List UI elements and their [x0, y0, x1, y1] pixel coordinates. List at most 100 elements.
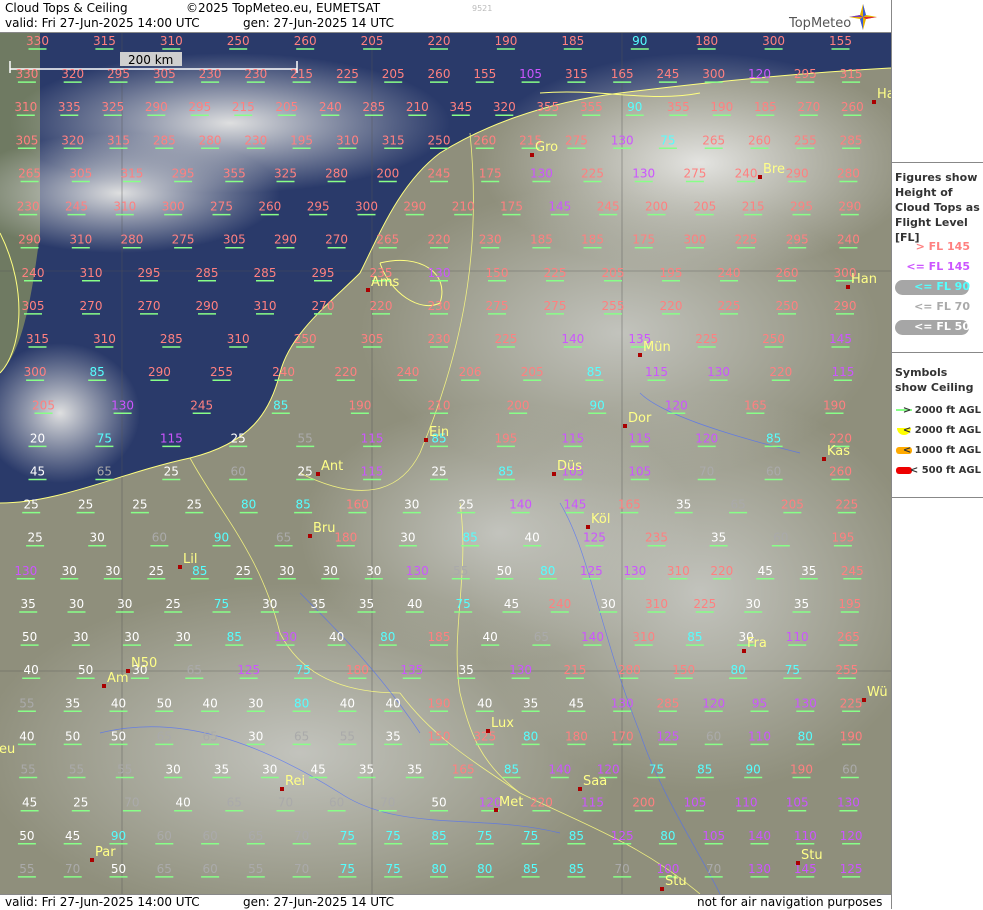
topmeteo-logo: TopMeteo — [783, 2, 883, 32]
city-label: Met — [499, 795, 523, 810]
flight-level-value: 225 — [336, 67, 359, 81]
flight-level-value: 55 — [21, 763, 36, 777]
legend-label: <= FL 70 — [914, 300, 970, 313]
flight-level-value: 120 — [748, 67, 771, 81]
flight-level-value: 75 — [649, 763, 664, 777]
flight-level-value: 55 — [117, 763, 132, 777]
legend-label: > FL 145 — [915, 240, 970, 253]
legend-divider — [892, 352, 983, 353]
legend-item: <= FL 70 — [892, 298, 983, 316]
flight-level-value: 225 — [693, 597, 716, 611]
flight-level-value: 260 — [258, 200, 281, 214]
flight-level-value: 120 — [695, 431, 718, 445]
gen-time: gen: 27-Jun-2025 14 UTC — [243, 16, 395, 30]
flight-level-value: 270 — [312, 299, 335, 313]
legend-item: <= FL 50 — [892, 318, 983, 336]
flight-level-value: 195 — [494, 431, 517, 445]
flight-level-value: 285 — [840, 133, 863, 147]
flight-level-value: 225 — [840, 696, 863, 710]
flight-level-value: 195 — [838, 597, 861, 611]
flight-level-value: 75 — [386, 862, 401, 876]
flight-level-value: 75 — [785, 663, 800, 677]
flight-level-value: 170 — [611, 729, 634, 743]
city-marker — [623, 424, 627, 428]
flight-level-value: 290 — [274, 233, 297, 247]
flight-level-value: 115 — [581, 796, 604, 810]
flight-level-value: 140 — [748, 829, 771, 843]
flight-level-value: 25 — [236, 564, 251, 578]
flight-level-value: 80 — [660, 829, 675, 843]
map-canvas[interactable]: 200 km 330 315 310 250 260 205 220 190 185 90 180 3… — [0, 33, 891, 894]
flight-level-value: 250 — [762, 332, 785, 346]
flight-level-value: 65 — [730, 498, 745, 512]
flight-level-value: 320 — [61, 67, 84, 81]
flight-level-value: 250 — [428, 133, 451, 147]
flight-level-value: 110 — [794, 829, 817, 843]
flight-level-value: 305 — [223, 233, 246, 247]
flight-level-value: 315 — [565, 67, 588, 81]
flight-level-value: 205 — [781, 498, 804, 512]
city-marker — [586, 525, 590, 529]
flight-level-value: 125 — [656, 729, 679, 743]
flight-level-value: 190 — [823, 398, 846, 412]
flight-level-value: 115 — [160, 431, 183, 445]
flight-level-value: 65 — [227, 796, 242, 810]
flight-level-value: 200 — [645, 200, 668, 214]
flight-level-value: 250 — [227, 34, 250, 48]
flight-level-value: 220 — [334, 365, 357, 379]
flight-level-value: 115 — [831, 365, 854, 379]
flight-level-value: 255 — [602, 299, 625, 313]
flight-level-value: 310 — [632, 630, 655, 644]
flight-level-value: 275 — [544, 299, 567, 313]
flight-level-value: 265 — [376, 233, 399, 247]
flight-level-value: 280 — [325, 167, 348, 181]
flight-level-value: 130 — [623, 564, 646, 578]
flight-level-value: 240 — [22, 266, 45, 280]
flight-level-value: 265 — [702, 133, 725, 147]
flight-level-value: 260 — [294, 34, 317, 48]
flight-level-value: 30 — [90, 531, 105, 545]
flight-level-value: 65 — [276, 531, 291, 545]
city-label: Ein — [429, 425, 449, 440]
flight-level-value: 190 — [494, 34, 517, 48]
flight-level-value: 130 — [748, 862, 771, 876]
flight-level-value: 25 — [298, 465, 313, 479]
flight-level-value: 45 — [311, 763, 326, 777]
flight-level-value: 30 — [73, 630, 88, 644]
flight-level-value: 220 — [769, 365, 792, 379]
flight-level-value: 80 — [380, 630, 395, 644]
flight-level-value: 275 — [683, 167, 706, 181]
ceiling-legend-item: > 2000 ft AGL — [892, 402, 983, 422]
flight-level-value: 70 — [380, 796, 395, 810]
flight-level-value: 90 — [632, 34, 647, 48]
flight-level-value: 290 — [403, 200, 426, 214]
flight-level-value: 30 — [404, 498, 419, 512]
flight-level-value: 75 — [214, 597, 229, 611]
flight-level-value: 25 — [187, 498, 202, 512]
satellite-map[interactable]: 200 km 330 315 310 250 260 205 220 190 185 90 180 3… — [0, 33, 891, 894]
ceiling-legend-item: < 1000 ft AGL — [892, 442, 983, 462]
city-marker — [872, 100, 876, 104]
city-label: Ant — [321, 459, 343, 474]
flight-level-value: 30 — [105, 564, 120, 578]
flight-level-value: 315 — [26, 332, 49, 346]
flight-level-value: 75 — [386, 829, 401, 843]
legend-label: <= FL 145 — [906, 260, 970, 273]
flight-level-value: 30 — [366, 564, 381, 578]
city-label: Lil — [183, 552, 197, 567]
flight-level-value: 80 — [431, 862, 446, 876]
flight-level-value: 125 — [237, 663, 260, 677]
city-label: Stu — [665, 874, 687, 889]
flight-level-value: 75 — [523, 829, 538, 843]
flight-level-value: 30 — [175, 630, 190, 644]
flight-level-value: 60 — [152, 531, 167, 545]
flight-level-value: 130 — [274, 630, 297, 644]
flight-level-value: 230 — [428, 332, 451, 346]
flight-level-value: 35 — [407, 763, 422, 777]
flight-level-value: 330 — [15, 67, 38, 81]
flight-level-value: 310 — [14, 100, 37, 114]
flight-level-value: 30 — [62, 564, 77, 578]
flight-level-value: 105 — [628, 465, 651, 479]
logo-text: TopMeteo — [789, 16, 852, 31]
flight-level-value: 85 — [569, 829, 584, 843]
